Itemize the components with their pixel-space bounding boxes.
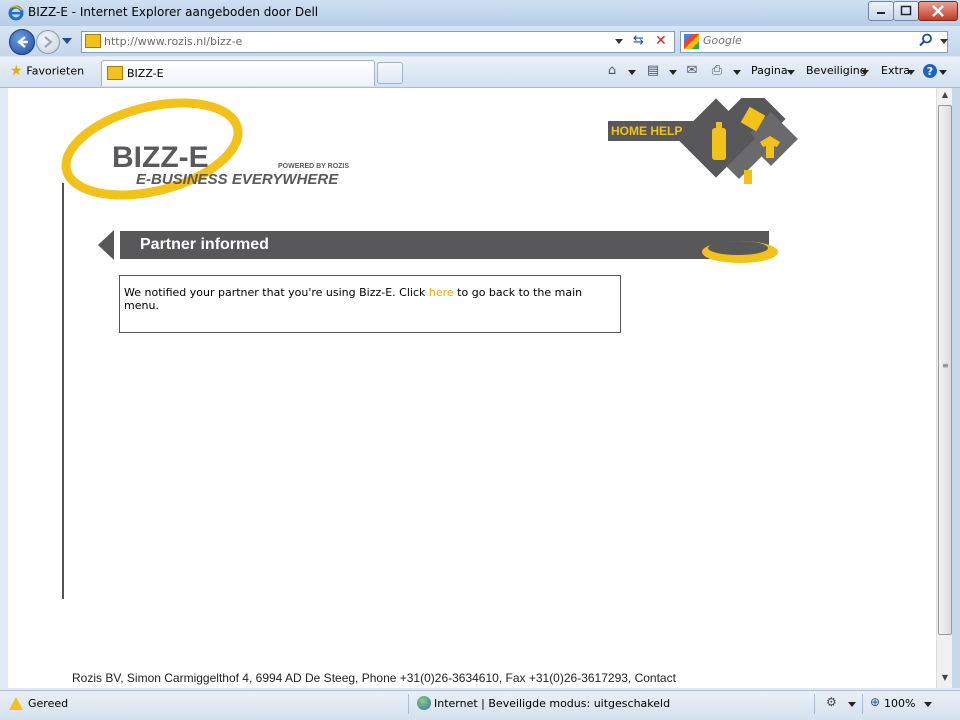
message-text-before: We notified your partner that you're usi… xyxy=(124,286,429,299)
warning-icon xyxy=(9,697,23,710)
favorites-star-icon: ★ xyxy=(10,63,23,79)
mail-icon[interactable]: ✉ xyxy=(684,63,700,79)
section-banner: Partner informed xyxy=(120,231,769,259)
extra-menu-chevron-icon[interactable] xyxy=(907,70,915,75)
left-divider xyxy=(62,183,64,599)
back-button[interactable] xyxy=(9,29,35,55)
help-icon[interactable]: ? xyxy=(922,63,938,82)
recent-pages-dropdown-icon[interactable] xyxy=(62,38,72,44)
minimize-button[interactable] xyxy=(868,1,894,21)
help-dropdown-icon[interactable] xyxy=(939,70,947,75)
svg-text:?: ? xyxy=(927,65,933,78)
tab-bizz-e[interactable]: BIZZ-E xyxy=(101,60,375,86)
logo-tagline: E-BUSINESS EVERYWHERE xyxy=(136,171,339,188)
maximize-button[interactable] xyxy=(893,1,919,21)
search-provider-dropdown-icon[interactable] xyxy=(940,39,948,44)
scrollbar-thumb[interactable]: ≡ xyxy=(938,105,952,635)
window-right-border xyxy=(952,88,960,688)
search-icon[interactable] xyxy=(919,33,933,50)
scrollbar-grip-icon: ≡ xyxy=(942,361,949,370)
ie-logo-icon xyxy=(8,5,24,21)
protected-mode-icon[interactable]: ⚙ xyxy=(826,695,837,709)
status-divider xyxy=(814,694,815,714)
home-dropdown-icon[interactable] xyxy=(628,70,636,75)
window-title: BIZZ-E - Internet Explorer aangeboden do… xyxy=(28,5,319,19)
new-tab-button[interactable] xyxy=(377,62,403,84)
google-icon xyxy=(684,34,699,49)
message-box: We notified your partner that you're usi… xyxy=(119,275,621,333)
address-bar[interactable]: http://www.rozis.nl/bizz-e ⇆ ✕ xyxy=(81,31,675,53)
page-menu[interactable]: Pagina xyxy=(751,64,788,77)
feeds-icon[interactable]: ▤ xyxy=(645,63,661,79)
extra-menu[interactable]: Extra xyxy=(881,64,910,77)
search-input[interactable] xyxy=(703,34,913,47)
refresh-icon[interactable]: ⇆ xyxy=(633,33,644,48)
security-menu-chevron-icon[interactable] xyxy=(861,70,869,75)
scroll-down-arrow-icon[interactable]: ▼ xyxy=(937,673,953,682)
vertical-scrollbar[interactable]: ▲ ≡ ▼ xyxy=(936,88,952,688)
bizz-e-logo[interactable]: BIZZ-E E-BUSINESS EVERYWHERE POWERED BY … xyxy=(60,94,360,207)
zoom-icon[interactable]: ⊕ xyxy=(870,695,880,709)
feeds-dropdown-icon[interactable] xyxy=(669,70,677,75)
logo-brand: BIZZ-E xyxy=(112,141,209,174)
protected-mode-dropdown-icon[interactable] xyxy=(848,702,856,707)
tab-label: BIZZ-E xyxy=(127,67,164,80)
print-icon[interactable]: ⎙ xyxy=(709,63,725,79)
banner-arrow-icon xyxy=(98,230,114,260)
status-bar: Gereed Internet | Beveiligde modus: uitg… xyxy=(0,690,960,720)
favorites-button[interactable]: ★ Favorieten xyxy=(10,63,84,79)
status-divider xyxy=(408,694,409,714)
product-diamonds-graphic xyxy=(676,88,816,211)
home-icon[interactable]: ⌂ xyxy=(604,63,620,79)
security-menu[interactable]: Beveiliging xyxy=(806,64,867,77)
page-viewport: BIZZ-E E-BUSINESS EVERYWHERE POWERED BY … xyxy=(8,88,936,688)
status-text: Gereed xyxy=(28,697,69,710)
favorites-label: Favorieten xyxy=(26,64,85,78)
logo-powered-by: POWERED BY ROZIS xyxy=(278,163,349,170)
print-dropdown-icon[interactable] xyxy=(733,70,741,75)
zoom-dropdown-icon[interactable] xyxy=(924,702,932,707)
scroll-up-arrow-icon[interactable]: ▲ xyxy=(937,90,953,99)
banner-swoosh-graphic xyxy=(698,234,788,273)
address-dropdown-icon[interactable] xyxy=(615,39,623,44)
search-box[interactable] xyxy=(680,31,948,53)
tab-favicon-icon xyxy=(107,66,123,80)
home-help-link[interactable]: HOME HELP xyxy=(611,124,682,138)
url-text[interactable]: http://www.rozis.nl/bizz-e xyxy=(104,35,242,48)
site-favicon-icon xyxy=(85,34,101,48)
security-zone-text[interactable]: Internet | Beveiligde modus: uitgeschake… xyxy=(434,697,670,710)
forward-button[interactable] xyxy=(36,30,60,54)
stop-icon[interactable]: ✕ xyxy=(655,33,667,49)
close-window-button[interactable] xyxy=(918,1,958,21)
page-menu-chevron-icon[interactable] xyxy=(787,70,795,75)
zoom-level[interactable]: 100% xyxy=(884,697,915,710)
footer-contact-info: Rozis BV, Simon Carmiggelthof 4, 6994 AD… xyxy=(72,671,676,685)
internet-zone-globe-icon xyxy=(417,696,431,710)
page-title: Partner informed xyxy=(140,236,269,253)
status-divider xyxy=(862,694,863,714)
back-to-main-menu-link[interactable]: here xyxy=(429,286,454,299)
